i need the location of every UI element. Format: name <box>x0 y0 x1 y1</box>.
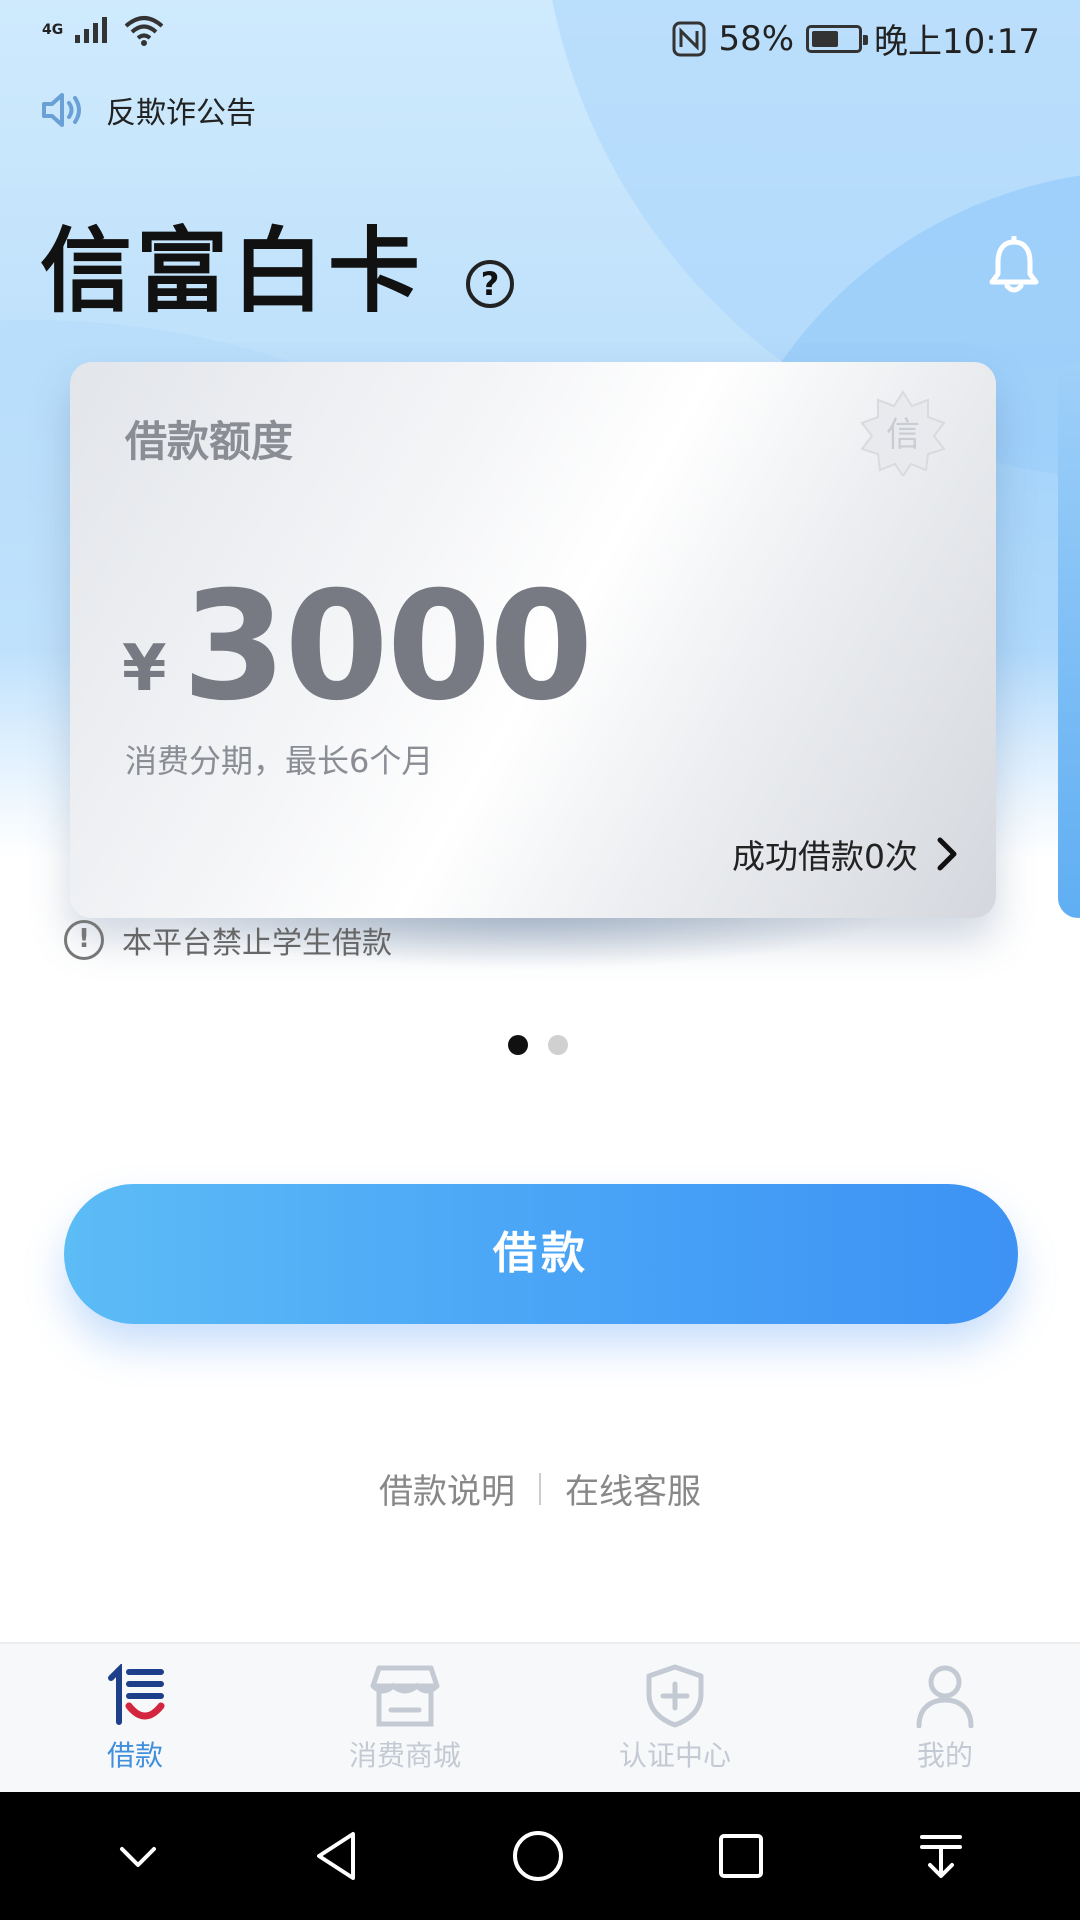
wifi-icon <box>124 16 164 46</box>
loan-instructions-link[interactable]: 借款说明 <box>379 1464 515 1513</box>
status-bar: 4G 58% 晚上10:17 <box>0 0 1080 74</box>
page-title: 信富白卡 <box>40 218 425 325</box>
card-pager <box>508 1035 568 1055</box>
pager-dot[interactable] <box>548 1035 568 1055</box>
loan-button[interactable]: 借款 <box>64 1184 1018 1324</box>
credit-card[interactable]: 借款额度 信 ¥ 3000 消费分期，最长6个月 成功借款0次 <box>70 362 996 918</box>
clock: 晚上10:17 <box>874 22 1040 62</box>
nfc-icon <box>672 21 706 56</box>
warning-text: 本平台禁止学生借款 <box>122 926 392 961</box>
tab-loan[interactable]: 借款 <box>0 1644 270 1792</box>
store-icon <box>370 1665 440 1727</box>
currency-symbol: ¥ <box>122 632 167 706</box>
tab-store[interactable]: 消费商城 <box>270 1644 540 1792</box>
system-nav-bar <box>0 1792 1080 1920</box>
student-warning: ! 本平台禁止学生借款 <box>64 918 392 962</box>
footer-links: 借款说明 在线客服 <box>0 1464 1080 1513</box>
speaker-icon <box>42 93 81 127</box>
success-loans-link[interactable]: 成功借款0次 <box>732 830 958 878</box>
chevron-right-icon <box>937 837 957 871</box>
tab-label: 我的 <box>916 1739 973 1772</box>
battery-percent: 58% <box>718 18 795 59</box>
card-label: 借款额度 <box>125 417 294 466</box>
exclamation-icon: ! <box>64 920 104 960</box>
next-card-peek[interactable] <box>1058 362 1080 918</box>
user-icon <box>916 1665 974 1728</box>
tab-profile[interactable]: 我的 <box>810 1644 1080 1792</box>
tab-label: 借款 <box>106 1739 163 1772</box>
notice-text: 反欺诈公告 <box>106 96 256 131</box>
recents-icon[interactable] <box>717 1832 765 1880</box>
xin-logo-icon <box>108 1664 165 1725</box>
home-icon[interactable] <box>511 1829 565 1883</box>
anti-fraud-notice[interactable]: 反欺诈公告 <box>40 88 256 132</box>
battery-icon <box>806 24 869 53</box>
tab-verification[interactable]: 认证中心 <box>540 1644 810 1792</box>
success-loans-text: 成功借款0次 <box>732 837 918 876</box>
shield-plus-icon <box>646 1664 704 1728</box>
badge-char: 信 <box>886 415 920 455</box>
tab-label: 消费商城 <box>348 1739 461 1772</box>
installment-info: 消费分期，最长6个月 <box>125 742 434 780</box>
notification-pull-icon[interactable] <box>918 1831 964 1881</box>
credit-amount: 3000 <box>182 560 593 734</box>
online-service-link[interactable]: 在线客服 <box>565 1464 701 1513</box>
pager-dot[interactable] <box>508 1035 528 1055</box>
link-divider <box>539 1472 541 1505</box>
network-type: 4G <box>42 22 64 38</box>
chevron-down-icon[interactable] <box>116 1841 160 1871</box>
back-icon[interactable] <box>313 1830 359 1882</box>
signal-icon <box>75 17 108 43</box>
xin-badge-icon: 信 <box>860 390 946 476</box>
bottom-tab-bar: 借款 消费商城 认证中心 我的 <box>0 1642 1080 1792</box>
tab-label: 认证中心 <box>618 1739 731 1772</box>
help-button[interactable]: ? <box>466 260 514 308</box>
bell-icon[interactable] <box>988 236 1040 296</box>
